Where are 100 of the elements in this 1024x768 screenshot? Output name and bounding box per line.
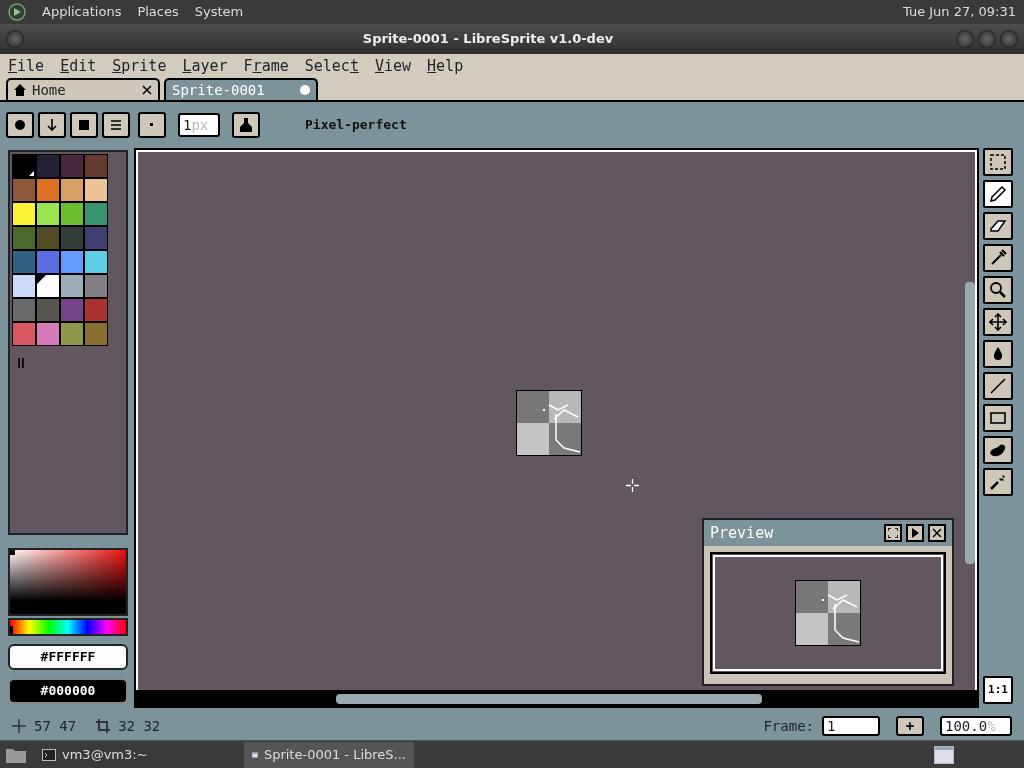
palette-swatch[interactable]	[60, 298, 84, 322]
taskbar-button[interactable]: Sprite-0001 - LibreS...	[244, 741, 414, 768]
zoom-tool-button[interactable]	[983, 276, 1013, 304]
maximize-button[interactable]	[978, 30, 996, 48]
palette-swatch[interactable]	[12, 298, 36, 322]
spray-icon	[989, 473, 1007, 491]
palette-swatch[interactable]	[60, 274, 84, 298]
palette-swatch[interactable]	[36, 226, 60, 250]
palette-swatch[interactable]	[12, 202, 36, 226]
palette-swatch[interactable]	[36, 250, 60, 274]
palette-swatch[interactable]	[36, 274, 60, 298]
palette-swatch[interactable]	[84, 178, 108, 202]
lines-icon	[110, 119, 122, 131]
brush-type-button[interactable]	[38, 112, 66, 138]
frame-field[interactable]: 1	[822, 716, 880, 736]
background-color-button[interactable]: #000000	[8, 678, 128, 704]
menu-item[interactable]: Help	[427, 54, 464, 78]
palette-swatch[interactable]	[12, 154, 36, 178]
checkbox-label: Pixel-perfect	[305, 116, 407, 135]
vertical-scrollbar[interactable]	[965, 282, 975, 564]
menu-item[interactable]: Frame	[243, 54, 289, 78]
horizontal-scrollbar[interactable]	[336, 694, 762, 704]
panel-menu[interactable]: Places	[137, 2, 179, 22]
add-frame-button[interactable]: +	[896, 716, 924, 736]
brush-angle-button[interactable]	[138, 112, 166, 138]
menu-item[interactable]: Layer	[182, 54, 228, 78]
panel-menu[interactable]: System	[194, 2, 244, 22]
zoom-field[interactable]: 100.0%	[940, 716, 1012, 736]
palette-swatch[interactable]	[84, 298, 108, 322]
fullscreen-button[interactable]	[884, 524, 902, 542]
sprite-size-icon	[96, 719, 111, 733]
palette-swatch[interactable]	[84, 250, 108, 274]
menu-item[interactable]: Sprite	[112, 54, 167, 78]
zoom-reset-button[interactable]: 1:1	[983, 676, 1013, 704]
panel-menu[interactable]: Applications	[42, 2, 122, 22]
palette-swatch[interactable]	[36, 298, 60, 322]
move-tool-button[interactable]	[983, 308, 1013, 336]
palette-swatch[interactable]	[60, 226, 84, 250]
brush-type-button[interactable]	[102, 112, 130, 138]
down-arrow-icon	[46, 119, 58, 131]
color-spectrum[interactable]	[8, 548, 128, 616]
palette-swatch[interactable]	[36, 322, 60, 346]
brush-size-field[interactable]: 1px	[178, 113, 220, 137]
palette-swatch[interactable]	[84, 274, 108, 298]
palette-swatch[interactable]	[60, 322, 84, 346]
window-menu-button[interactable]	[6, 30, 24, 48]
line-tool-button[interactable]	[983, 372, 1013, 400]
grip-icon[interactable]	[18, 357, 24, 368]
sprite-drawing	[795, 580, 861, 646]
palette-swatch[interactable]	[12, 178, 36, 202]
app-menu-icon[interactable]	[8, 3, 26, 21]
fill-tool-button[interactable]	[983, 340, 1013, 368]
ink-button[interactable]	[232, 112, 260, 138]
folder-icon[interactable]	[6, 746, 26, 763]
taskbar-button[interactable]: vm3@vm3:~	[34, 741, 204, 768]
play-icon	[910, 528, 920, 538]
marquee-tool-button[interactable]	[983, 148, 1013, 176]
palette-swatch[interactable]	[12, 274, 36, 298]
brush-type-button[interactable]	[6, 112, 34, 138]
palette-swatch[interactable]	[60, 202, 84, 226]
menu-item[interactable]: Select	[304, 54, 359, 78]
palette-swatch[interactable]	[84, 154, 108, 178]
menu-item[interactable]: View	[374, 54, 412, 78]
home-icon	[14, 84, 26, 96]
menu-item[interactable]: File	[8, 54, 45, 78]
palette-swatch[interactable]	[84, 226, 108, 250]
hue-slider[interactable]	[8, 618, 128, 636]
window-title: Preview	[710, 522, 775, 544]
ink-icon	[239, 118, 253, 132]
palette-swatch[interactable]	[60, 154, 84, 178]
palette-swatch[interactable]	[36, 154, 60, 178]
brush-type-button[interactable]	[70, 112, 98, 138]
palette-swatch[interactable]	[12, 322, 36, 346]
crosshair-cursor-icon	[626, 479, 639, 492]
window-title: Sprite-0001 - LibreSprite v1.0-dev	[361, 30, 615, 49]
menu-item[interactable]: Edit	[60, 54, 97, 78]
close-button[interactable]	[928, 524, 946, 542]
eraser-tool-button[interactable]	[983, 212, 1013, 240]
palette-swatch[interactable]	[60, 250, 84, 274]
minimize-button[interactable]	[956, 30, 974, 48]
palette-swatch[interactable]	[84, 202, 108, 226]
palette-swatch[interactable]	[60, 178, 84, 202]
palette-swatch[interactable]	[12, 250, 36, 274]
show-desktop-icon[interactable]	[934, 745, 954, 764]
eyedropper-tool-button[interactable]	[983, 244, 1013, 272]
contour-tool-button[interactable]	[983, 436, 1013, 464]
palette-swatch[interactable]	[84, 322, 108, 346]
pencil-tool-button[interactable]	[983, 180, 1013, 208]
palette-swatch[interactable]	[36, 202, 60, 226]
rectangle-tool-button[interactable]	[983, 404, 1013, 432]
eyedropper-icon	[989, 249, 1007, 267]
close-icon[interactable]	[142, 85, 152, 95]
palette-swatch[interactable]	[36, 178, 60, 202]
spray-tool-button[interactable]	[983, 468, 1013, 496]
foreground-color-button[interactable]: #FFFFFF	[8, 644, 128, 670]
play-button[interactable]	[906, 524, 924, 542]
sprite-size: 32 32	[118, 716, 161, 736]
document-tab[interactable]: Home	[6, 78, 160, 100]
taskbar-label: Sprite-0001 - LibreS...	[263, 745, 406, 764]
palette-swatch[interactable]	[12, 226, 36, 250]
